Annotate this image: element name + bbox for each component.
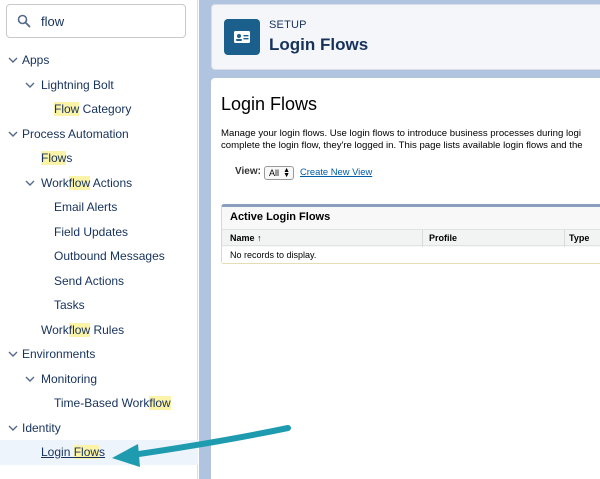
column-divider xyxy=(422,230,423,247)
tree-item-tasks[interactable]: Tasks xyxy=(0,293,198,318)
tree-item-apps[interactable]: Apps xyxy=(0,48,198,73)
tree-item-label: Lightning Bolt xyxy=(41,77,114,92)
tree-item-login-flows[interactable]: Login Flows xyxy=(0,440,198,465)
chevron-down-icon[interactable] xyxy=(24,73,36,97)
tree-item-label: Environments xyxy=(22,347,96,361)
tree-item-process-automation[interactable]: Process Automation xyxy=(0,122,198,147)
header-title: Login Flows xyxy=(269,35,369,54)
search-input[interactable]: flow xyxy=(41,14,64,29)
page-title: Login Flows xyxy=(221,94,318,114)
view-label: View: xyxy=(235,166,261,177)
column-header-profile[interactable]: Profile xyxy=(429,233,457,243)
tree-item-label: Workflow Rules xyxy=(41,322,125,337)
description-line: complete the login flow, they're logged … xyxy=(221,140,583,151)
tree-item-label: Time-Based Workflow xyxy=(54,396,171,410)
setup-sidebar: flow Apps Lightning Bolt Flow Category P… xyxy=(0,0,198,479)
tree-item-identity[interactable]: Identity xyxy=(0,416,198,441)
page-header: SETUP Login Flows xyxy=(211,4,600,70)
panel-title: Active Login Flows xyxy=(230,211,331,223)
content-panel: Login Flows Manage your login flows. Use… xyxy=(211,78,600,479)
column-header-name[interactable]: Name ↑ xyxy=(230,233,262,243)
table-header: Name ↑ Profile Type xyxy=(222,229,600,247)
tree-item-label: Send Actions xyxy=(54,273,125,288)
tree-item-label: Email Alerts xyxy=(54,200,118,214)
table-row: No records to display. xyxy=(222,247,600,264)
id-card-icon xyxy=(234,31,250,43)
tree-item-workflow-actions[interactable]: Workflow Actions xyxy=(0,171,198,196)
tree-item-monitoring[interactable]: Monitoring xyxy=(0,367,198,392)
tree-item-lightning-bolt[interactable]: Lightning Bolt xyxy=(0,73,198,98)
view-select-value: All xyxy=(269,168,280,178)
search-icon xyxy=(17,14,31,28)
tree-item-label: Flows xyxy=(41,151,73,165)
chevron-down-icon[interactable] xyxy=(7,342,19,366)
tree-item-environments[interactable]: Environments xyxy=(0,342,198,367)
main-area: SETUP Login Flows Login Flows Manage you… xyxy=(199,0,600,479)
tree-item-label: Process Automation xyxy=(22,126,129,141)
tree-item-workflow-rules[interactable]: Workflow Rules xyxy=(0,318,198,343)
tree-item-label: Outbound Messages xyxy=(54,249,165,263)
empty-message: No records to display. xyxy=(230,250,317,260)
tree-item-flow-category[interactable]: Flow Category xyxy=(0,97,198,122)
chevron-down-icon[interactable] xyxy=(7,48,19,72)
select-arrows-icon: ▲ ▼ xyxy=(283,167,290,179)
tree-item-label: Field Updates xyxy=(54,224,129,239)
quick-find-search[interactable]: flow xyxy=(6,4,186,38)
chevron-down-icon[interactable] xyxy=(24,367,36,391)
tree-item-outbound-messages[interactable]: Outbound Messages xyxy=(0,244,198,269)
tree-item-label: Monitoring xyxy=(41,371,98,386)
chevron-down-icon[interactable] xyxy=(7,416,19,440)
breadcrumb-setup: SETUP xyxy=(269,19,307,31)
tree-item-send-actions[interactable]: Send Actions xyxy=(0,269,198,294)
tree-item-label: Login Flows xyxy=(41,445,106,459)
description-line: Manage your login flows. Use login flows… xyxy=(221,128,581,139)
column-header-type[interactable]: Type xyxy=(569,233,589,243)
tree-item-label: Workflow Actions xyxy=(41,175,133,190)
sort-ascending-icon: ↑ xyxy=(257,233,262,243)
tree-item-flows[interactable]: Flows xyxy=(0,146,198,171)
tree-item-label: Flow Category xyxy=(54,102,132,116)
page-description: Manage your login flows. Use login flows… xyxy=(221,128,600,152)
tree-item-label: Identity xyxy=(22,420,61,435)
tree-item-time-based-workflow[interactable]: Time-Based Workflow xyxy=(0,391,198,416)
tree-item-label: Tasks xyxy=(54,298,85,312)
create-new-view-link[interactable]: Create New View xyxy=(300,166,372,177)
tree-item-label: Apps xyxy=(22,53,50,67)
view-select[interactable]: All ▲ ▼ xyxy=(264,166,294,180)
tree-item-field-updates[interactable]: Field Updates xyxy=(0,220,198,245)
setup-tree: Apps Lightning Bolt Flow Category Proces… xyxy=(0,48,198,465)
active-login-flows-panel: Active Login Flows Name ↑ Profile Type N… xyxy=(221,204,600,264)
tree-item-email-alerts[interactable]: Email Alerts xyxy=(0,195,198,220)
login-flows-app-icon xyxy=(224,19,260,55)
chevron-down-icon[interactable] xyxy=(7,122,19,146)
column-divider xyxy=(564,230,565,247)
chevron-down-icon[interactable] xyxy=(24,171,36,195)
